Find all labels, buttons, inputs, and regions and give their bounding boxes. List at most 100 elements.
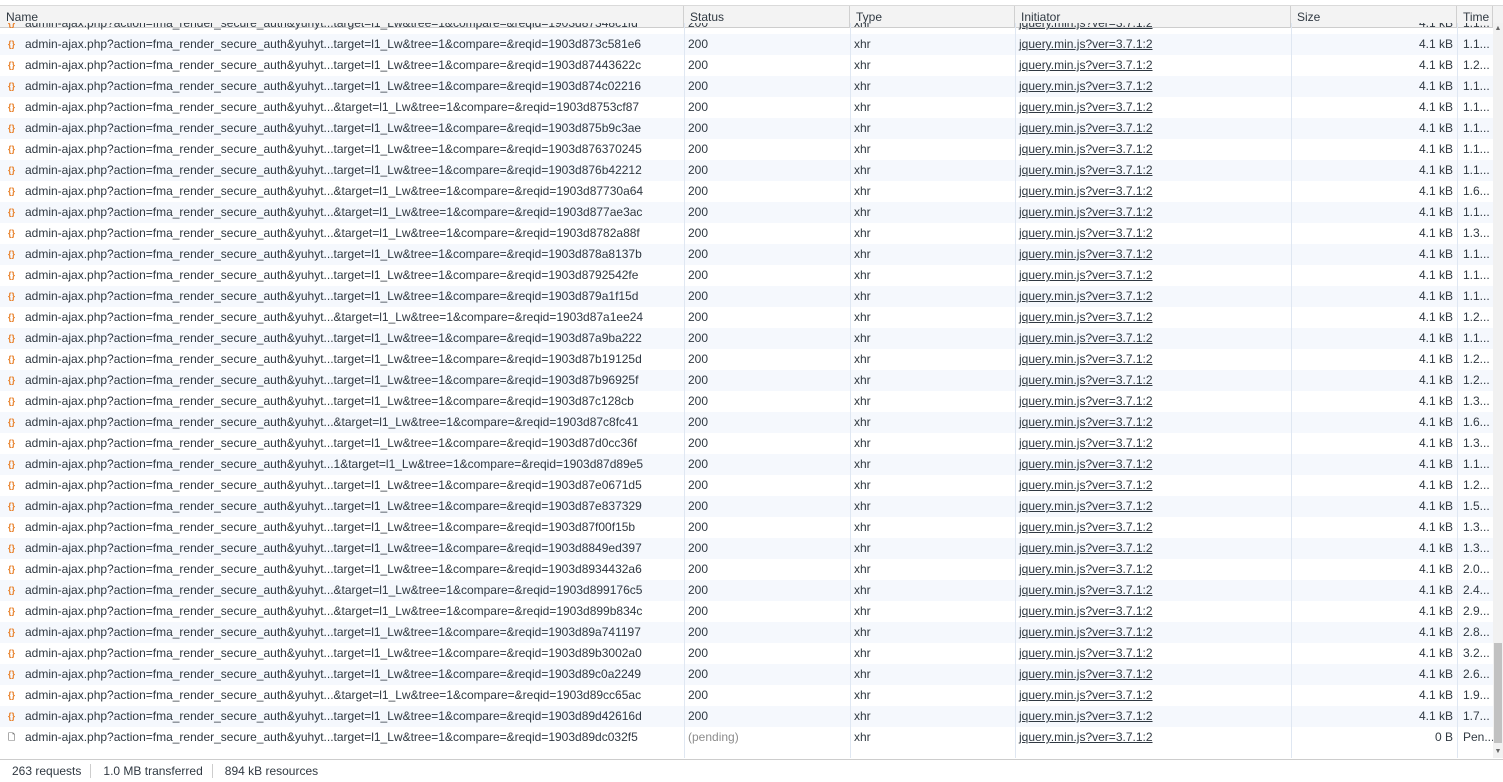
initiator-link[interactable]: jquery.min.js?ver=3.7.1:2 (1019, 457, 1153, 471)
request-initiator: jquery.min.js?ver=3.7.1:2 (1015, 223, 1291, 244)
initiator-link[interactable]: jquery.min.js?ver=3.7.1:2 (1019, 688, 1153, 702)
table-row[interactable]: {} admin-ajax.php?action=fma_render_secur… (0, 538, 1493, 559)
table-row[interactable]: {} admin-ajax.php?action=fma_render_secur… (0, 286, 1493, 307)
request-type: xhr (854, 142, 871, 156)
initiator-link[interactable]: jquery.min.js?ver=3.7.1:2 (1019, 310, 1153, 324)
request-name: admin-ajax.php?action=fma_render_secure_… (25, 310, 644, 324)
request-initiator: jquery.min.js?ver=3.7.1:2 (1015, 265, 1291, 286)
table-row[interactable]: {} admin-ajax.php?action=fma_render_secur… (0, 475, 1493, 496)
initiator-link[interactable]: jquery.min.js?ver=3.7.1:2 (1019, 436, 1153, 450)
initiator-link[interactable]: jquery.min.js?ver=3.7.1:2 (1019, 100, 1153, 114)
table-row[interactable]: {} admin-ajax.php?action=fma_render_secur… (0, 244, 1493, 265)
initiator-link[interactable]: jquery.min.js?ver=3.7.1:2 (1019, 604, 1153, 618)
initiator-link[interactable]: jquery.min.js?ver=3.7.1:2 (1019, 289, 1153, 303)
table-row[interactable]: {} admin-ajax.php?action=fma_render_secur… (0, 160, 1493, 181)
table-row[interactable]: {} admin-ajax.php?action=fma_render_secur… (0, 622, 1493, 643)
table-row[interactable]: 🗋 admin-ajax.php?action=fma_render_secure… (0, 727, 1493, 748)
request-size: 4.1 kB (1418, 205, 1453, 219)
initiator-link[interactable]: jquery.min.js?ver=3.7.1:2 (1019, 331, 1153, 345)
table-row[interactable]: {} admin-ajax.php?action=fma_render_secur… (0, 328, 1493, 349)
table-row[interactable]: {} admin-ajax.php?action=fma_render_secur… (0, 706, 1493, 727)
initiator-link[interactable]: jquery.min.js?ver=3.7.1:2 (1019, 520, 1153, 534)
initiator-link[interactable]: jquery.min.js?ver=3.7.1:2 (1019, 23, 1153, 30)
initiator-link[interactable]: jquery.min.js?ver=3.7.1:2 (1019, 625, 1153, 639)
scroll-up-arrow-icon[interactable]: ▲ (1494, 25, 1502, 33)
table-row[interactable]: {} admin-ajax.php?action=fma_render_secur… (0, 55, 1493, 76)
table-row[interactable]: {} admin-ajax.php?action=fma_render_secur… (0, 139, 1493, 160)
request-type: xhr (854, 583, 871, 597)
initiator-link[interactable]: jquery.min.js?ver=3.7.1:2 (1019, 415, 1153, 429)
request-time: Pen... (1463, 730, 1493, 744)
initiator-link[interactable]: jquery.min.js?ver=3.7.1:2 (1019, 583, 1153, 597)
initiator-link[interactable]: jquery.min.js?ver=3.7.1:2 (1019, 730, 1153, 744)
initiator-link[interactable]: jquery.min.js?ver=3.7.1:2 (1019, 268, 1153, 282)
table-row[interactable]: {} admin-ajax.php?action=fma_render_secur… (0, 412, 1493, 433)
request-initiator: jquery.min.js?ver=3.7.1:2 (1015, 412, 1291, 433)
initiator-link[interactable]: jquery.min.js?ver=3.7.1:2 (1019, 478, 1153, 492)
table-row[interactable]: {} admin-ajax.php?action=fma_render_secur… (0, 643, 1493, 664)
table-row[interactable]: {} admin-ajax.php?action=fma_render_secur… (0, 664, 1493, 685)
request-type: xhr (854, 373, 871, 387)
request-status: 200 (688, 583, 709, 597)
table-row[interactable]: {} admin-ajax.php?action=fma_render_secur… (0, 349, 1493, 370)
initiator-link[interactable]: jquery.min.js?ver=3.7.1:2 (1019, 562, 1153, 576)
table-row[interactable]: {} admin-ajax.php?action=fma_render_secur… (0, 97, 1493, 118)
table-row[interactable]: {} admin-ajax.php?action=fma_render_secur… (0, 265, 1493, 286)
request-size: 4.1 kB (1418, 352, 1453, 366)
request-type: xhr (854, 646, 871, 660)
initiator-link[interactable]: jquery.min.js?ver=3.7.1:2 (1019, 121, 1153, 135)
table-row[interactable]: {} admin-ajax.php?action=fma_render_secur… (0, 433, 1493, 454)
initiator-link[interactable]: jquery.min.js?ver=3.7.1:2 (1019, 163, 1153, 177)
request-time: 1.9... (1463, 688, 1490, 702)
initiator-link[interactable]: jquery.min.js?ver=3.7.1:2 (1019, 646, 1153, 660)
initiator-link[interactable]: jquery.min.js?ver=3.7.1:2 (1019, 37, 1153, 51)
table-row[interactable]: {} admin-ajax.php?action=fma_render_secur… (0, 223, 1493, 244)
request-status: 200 (688, 478, 709, 492)
request-status: 200 (688, 562, 709, 576)
table-row[interactable]: {} admin-ajax.php?action=fma_render_secur… (0, 559, 1493, 580)
initiator-link[interactable]: jquery.min.js?ver=3.7.1:2 (1019, 394, 1153, 408)
table-row[interactable]: {} admin-ajax.php?action=fma_render_secur… (0, 181, 1493, 202)
initiator-link[interactable]: jquery.min.js?ver=3.7.1:2 (1019, 184, 1153, 198)
table-row[interactable]: {} admin-ajax.php?action=fma_render_secur… (0, 454, 1493, 475)
request-status: 200 (688, 646, 709, 660)
initiator-link[interactable]: jquery.min.js?ver=3.7.1:2 (1019, 226, 1153, 240)
request-type: xhr (854, 436, 871, 450)
initiator-link[interactable]: jquery.min.js?ver=3.7.1:2 (1019, 373, 1153, 387)
table-row[interactable]: {} admin-ajax.php?action=fma_render_secur… (0, 23, 1493, 34)
table-row[interactable]: {} admin-ajax.php?action=fma_render_secur… (0, 496, 1493, 517)
request-size: 4.1 kB (1418, 184, 1453, 198)
request-type: xhr (854, 520, 871, 534)
request-status: 200 (688, 79, 709, 93)
scroll-down-arrow-icon[interactable]: ▼ (1494, 748, 1502, 756)
request-time: 1.3... (1463, 541, 1490, 555)
request-status: 200 (688, 247, 709, 261)
initiator-link[interactable]: jquery.min.js?ver=3.7.1:2 (1019, 352, 1153, 366)
request-time: 1.2... (1463, 352, 1490, 366)
initiator-link[interactable]: jquery.min.js?ver=3.7.1:2 (1019, 58, 1153, 72)
scrollbar-thumb[interactable] (1494, 643, 1502, 743)
table-row[interactable]: {} admin-ajax.php?action=fma_render_secur… (0, 370, 1493, 391)
request-status: 200 (688, 415, 709, 429)
initiator-link[interactable]: jquery.min.js?ver=3.7.1:2 (1019, 79, 1153, 93)
table-row[interactable]: {} admin-ajax.php?action=fma_render_secur… (0, 307, 1493, 328)
table-row[interactable]: {} admin-ajax.php?action=fma_render_secur… (0, 517, 1493, 538)
table-row[interactable]: {} admin-ajax.php?action=fma_render_secur… (0, 34, 1493, 55)
table-row[interactable]: {} admin-ajax.php?action=fma_render_secur… (0, 202, 1493, 223)
initiator-link[interactable]: jquery.min.js?ver=3.7.1:2 (1019, 709, 1153, 723)
table-row[interactable]: {} admin-ajax.php?action=fma_render_secur… (0, 685, 1493, 706)
table-row[interactable]: {} admin-ajax.php?action=fma_render_secur… (0, 118, 1493, 139)
initiator-link[interactable]: jquery.min.js?ver=3.7.1:2 (1019, 205, 1153, 219)
initiator-link[interactable]: jquery.min.js?ver=3.7.1:2 (1019, 142, 1153, 156)
table-row[interactable]: {} admin-ajax.php?action=fma_render_secur… (0, 76, 1493, 97)
table-row[interactable]: {} admin-ajax.php?action=fma_render_secur… (0, 601, 1493, 622)
initiator-link[interactable]: jquery.min.js?ver=3.7.1:2 (1019, 541, 1153, 555)
initiator-link[interactable]: jquery.min.js?ver=3.7.1:2 (1019, 499, 1153, 513)
initiator-link[interactable]: jquery.min.js?ver=3.7.1:2 (1019, 247, 1153, 261)
request-size: 4.1 kB (1418, 688, 1453, 702)
table-row[interactable]: {} admin-ajax.php?action=fma_render_secur… (0, 580, 1493, 601)
request-initiator: jquery.min.js?ver=3.7.1:2 (1015, 160, 1291, 181)
initiator-link[interactable]: jquery.min.js?ver=3.7.1:2 (1019, 667, 1153, 681)
request-type: xhr (854, 478, 871, 492)
table-row[interactable]: {} admin-ajax.php?action=fma_render_secur… (0, 391, 1493, 412)
